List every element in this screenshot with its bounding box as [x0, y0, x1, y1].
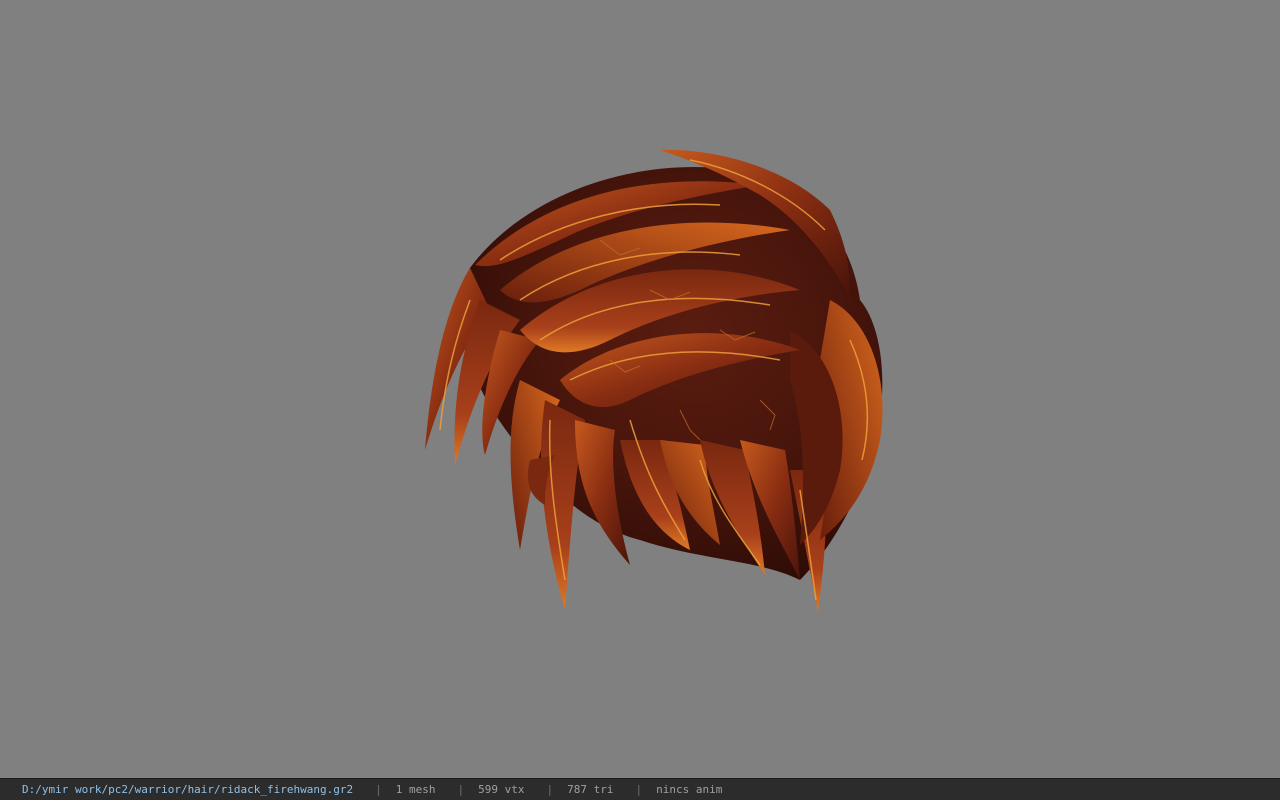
status-bar: D:/ymir work/pc2/warrior/hair/ridack_fir… [0, 778, 1280, 800]
triangle-count-label: 787 tri [567, 783, 614, 796]
vertex-count-label: 599 vtx [478, 783, 525, 796]
status-separator: | [375, 783, 382, 796]
status-separator: | [546, 783, 554, 796]
hair-model-render[interactable] [0, 0, 1280, 778]
mesh-count-label: 1 mesh [395, 783, 436, 796]
animation-status-label: nincs anim [656, 783, 723, 796]
hair-mesh [425, 149, 883, 612]
3d-viewport[interactable] [0, 0, 1280, 778]
status-separator: | [457, 783, 465, 796]
file-path-label: D:/ymir work/pc2/warrior/hair/ridack_fir… [22, 783, 354, 796]
status-separator: | [635, 783, 643, 796]
